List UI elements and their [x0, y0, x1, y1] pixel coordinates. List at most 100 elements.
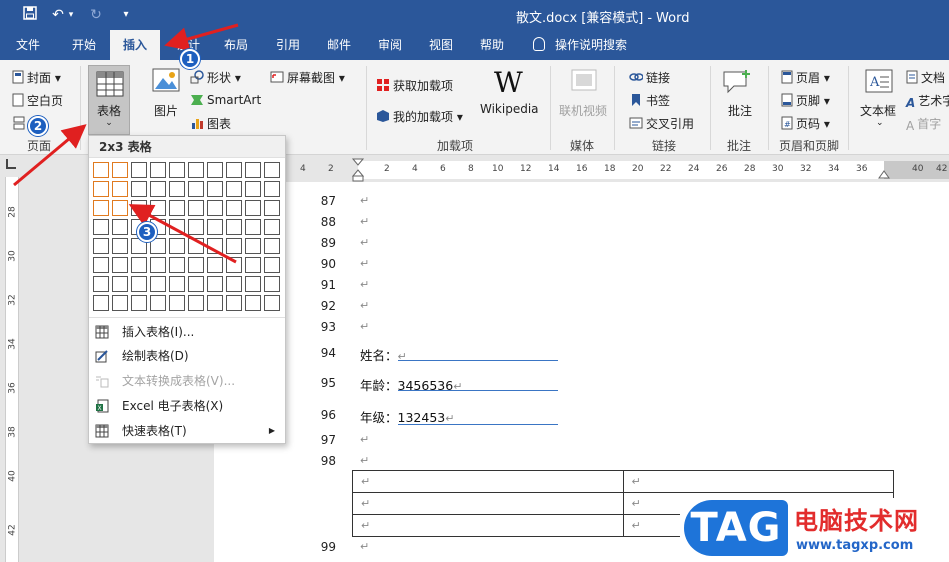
grid-cell[interactable] — [131, 295, 147, 311]
grid-cell[interactable] — [207, 219, 223, 235]
grid-cell[interactable] — [93, 276, 109, 292]
grid-cell[interactable] — [150, 200, 166, 216]
grid-cell[interactable] — [112, 276, 128, 292]
grid-cell[interactable] — [150, 257, 166, 273]
grid-cell[interactable] — [93, 238, 109, 254]
grid-cell[interactable] — [93, 181, 109, 197]
horizontal-ruler[interactable]: 4 2 2 4 6 8 10 12 14 16 18 20 22 24 26 2… — [290, 158, 949, 182]
vertical-ruler[interactable]: 28 30 32 34 36 38 40 42 — [0, 155, 24, 562]
grid-cell[interactable] — [226, 162, 242, 178]
grid-cell[interactable] — [207, 276, 223, 292]
save-icon[interactable] — [20, 6, 40, 24]
grid-cell[interactable] — [226, 200, 242, 216]
grid-cell[interactable] — [207, 181, 223, 197]
tab-home[interactable]: 开始 — [62, 30, 106, 60]
grid-cell[interactable] — [245, 162, 261, 178]
screenshot-button[interactable]: 屏幕截图 ▾ — [270, 69, 345, 86]
tab-references[interactable]: 引用 — [266, 30, 310, 60]
grid-cell[interactable] — [169, 200, 185, 216]
grid-cell[interactable] — [245, 181, 261, 197]
shapes-button[interactable]: 形状 ▾ — [190, 69, 241, 86]
grid-cell[interactable] — [207, 162, 223, 178]
grid-cell[interactable] — [112, 162, 128, 178]
grid-cell[interactable] — [93, 219, 109, 235]
grid-cell[interactable] — [188, 276, 204, 292]
grid-cell[interactable] — [264, 238, 280, 254]
grid-cell[interactable] — [169, 181, 185, 197]
grid-cell[interactable] — [188, 295, 204, 311]
tell-me-search[interactable]: 操作说明搜索 — [533, 30, 627, 60]
grid-cell[interactable] — [188, 257, 204, 273]
get-addins-button[interactable]: 获取加载项 — [376, 77, 453, 94]
page-number-button[interactable]: # 页码 ▾ — [781, 115, 830, 132]
tab-insert[interactable]: 插入 — [110, 30, 160, 60]
grid-cell[interactable] — [188, 219, 204, 235]
grid-cell[interactable] — [112, 181, 128, 197]
tab-help[interactable]: 帮助 — [470, 30, 514, 60]
grid-cell[interactable] — [131, 257, 147, 273]
grid-cell[interactable] — [188, 162, 204, 178]
cross-reference-button[interactable]: 交叉引用 — [629, 115, 694, 132]
grid-cell[interactable] — [226, 238, 242, 254]
my-addins-button[interactable]: 我的加载项 ▾ — [376, 108, 463, 125]
tab-view[interactable]: 视图 — [419, 30, 463, 60]
grid-cell[interactable] — [226, 219, 242, 235]
tab-selector-icon[interactable] — [6, 159, 16, 169]
grid-cell[interactable] — [245, 295, 261, 311]
form-field-age[interactable]: 年龄：3456536↵ — [360, 375, 462, 394]
grid-cell[interactable] — [264, 181, 280, 197]
textbox-button[interactable]: 文本框 — [860, 102, 896, 119]
grid-cell[interactable] — [112, 257, 128, 273]
tab-mailings[interactable]: 邮件 — [317, 30, 361, 60]
grid-cell[interactable] — [150, 276, 166, 292]
grid-cell[interactable] — [245, 219, 261, 235]
bookmark-button[interactable]: 书签 — [629, 92, 670, 109]
link-button[interactable]: 链接 — [629, 69, 670, 86]
grid-cell[interactable] — [169, 295, 185, 311]
grid-cell[interactable] — [150, 181, 166, 197]
table-cell[interactable]: ↵ — [352, 514, 624, 537]
grid-cell[interactable] — [169, 276, 185, 292]
grid-cell[interactable] — [150, 162, 166, 178]
draw-table-menu-item[interactable]: 绘制表格(D) — [89, 344, 285, 368]
grid-cell[interactable] — [207, 200, 223, 216]
tab-file[interactable]: 文件 — [6, 30, 50, 60]
grid-cell[interactable] — [264, 219, 280, 235]
undo-dropdown-icon[interactable]: ▾ — [66, 6, 76, 24]
grid-cell[interactable] — [245, 257, 261, 273]
grid-cell[interactable] — [264, 295, 280, 311]
grid-cell[interactable] — [264, 200, 280, 216]
table-cell[interactable]: ↵ — [352, 470, 624, 493]
table-cell[interactable]: ↵ — [622, 470, 894, 493]
grid-cell[interactable] — [131, 181, 147, 197]
grid-cell[interactable] — [264, 276, 280, 292]
grid-cell[interactable] — [93, 162, 109, 178]
tab-layout[interactable]: 布局 — [214, 30, 258, 60]
customize-toolbar-icon[interactable]: ▾ — [116, 6, 136, 24]
grid-cell[interactable] — [226, 257, 242, 273]
grid-cell[interactable] — [245, 238, 261, 254]
wordart-button[interactable]: A 艺术字 — [906, 92, 949, 110]
right-indent-marker-icon[interactable] — [878, 170, 890, 180]
grid-cell[interactable] — [131, 276, 147, 292]
grid-cell[interactable] — [169, 162, 185, 178]
grid-cell[interactable] — [207, 295, 223, 311]
grid-cell[interactable] — [112, 238, 128, 254]
form-field-name[interactable]: 姓名：↵ — [360, 345, 407, 364]
grid-cell[interactable] — [93, 200, 109, 216]
grid-cell[interactable] — [207, 238, 223, 254]
grid-cell[interactable] — [93, 295, 109, 311]
tab-review[interactable]: 审阅 — [368, 30, 412, 60]
new-comment-button[interactable]: 批注 — [728, 102, 752, 119]
grid-cell[interactable] — [169, 238, 185, 254]
header-button[interactable]: 页眉 ▾ — [781, 69, 830, 86]
grid-cell[interactable] — [93, 257, 109, 273]
undo-icon[interactable]: ↶ — [48, 6, 68, 24]
grid-cell[interactable] — [226, 276, 242, 292]
grid-cell[interactable] — [226, 295, 242, 311]
grid-cell[interactable] — [264, 257, 280, 273]
smartart-button[interactable]: SmartArt — [190, 92, 261, 107]
chart-button[interactable]: 图表 — [190, 115, 231, 132]
grid-cell[interactable] — [131, 200, 147, 216]
insert-table-menu-item[interactable]: 插入表格(I)... — [89, 320, 285, 344]
